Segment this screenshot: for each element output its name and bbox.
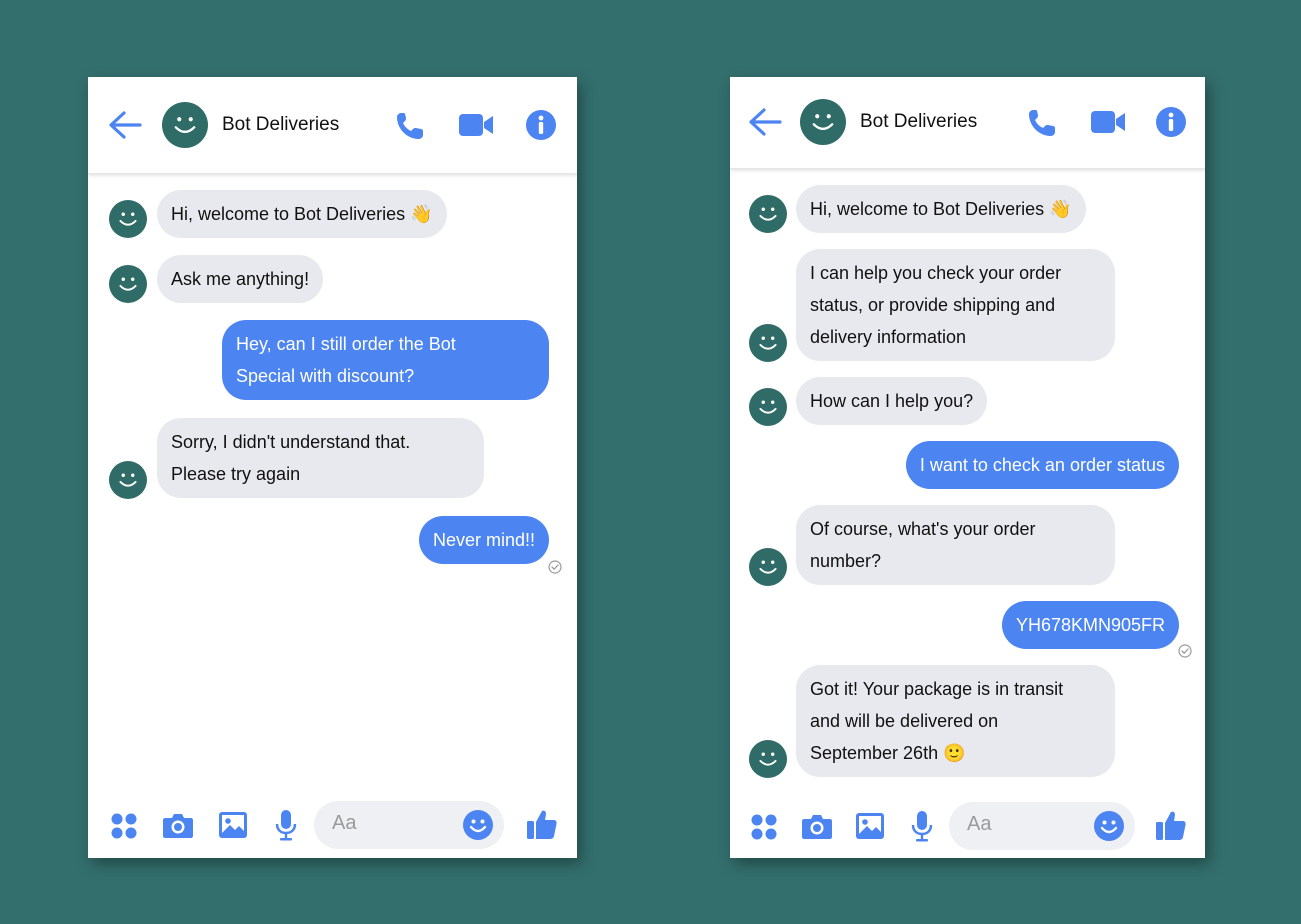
arrow-left-icon[interactable] xyxy=(748,107,782,137)
bot-avatar xyxy=(749,195,787,233)
microphone-icon[interactable] xyxy=(274,809,298,841)
thumbs-up-icon[interactable] xyxy=(526,808,558,840)
check-circle-icon xyxy=(548,560,562,574)
check-circle-icon xyxy=(1178,644,1192,658)
bot-avatar xyxy=(749,324,787,362)
composer-toolbar xyxy=(88,778,577,858)
thumbs-up-icon[interactable] xyxy=(1155,809,1187,841)
message-bubble-bot: Of course, what's your order number? xyxy=(796,505,1115,585)
message-input[interactable] xyxy=(965,812,1079,837)
message-composer[interactable] xyxy=(314,801,504,849)
phone-icon[interactable] xyxy=(1026,107,1058,139)
message-bubble-user: I want to check an order status xyxy=(905,441,1179,489)
bot-avatar xyxy=(749,740,787,778)
chat-title: Bot Deliveries xyxy=(860,111,978,132)
bot-avatar[interactable] xyxy=(800,99,846,145)
chat-title: Bot Deliveries xyxy=(222,114,340,135)
video-camera-icon[interactable] xyxy=(458,111,494,139)
phone-icon[interactable] xyxy=(394,110,426,142)
chat-window-right: Bot Deliveries Hi, welcome to Bot Delive… xyxy=(730,77,1205,858)
camera-icon[interactable] xyxy=(162,811,194,839)
microphone-icon[interactable] xyxy=(910,810,934,842)
composer-toolbar xyxy=(730,778,1205,858)
camera-icon[interactable] xyxy=(801,812,833,840)
chat-header: Bot Deliveries xyxy=(88,77,577,174)
chat-window-left: Bot Deliveries Hi, welcome to Bot Delive… xyxy=(88,77,577,858)
four-dots-icon[interactable] xyxy=(110,812,138,840)
chat-header: Bot Deliveries xyxy=(730,77,1205,169)
message-bubble-user: Never mind!! xyxy=(418,516,549,564)
bot-avatar xyxy=(109,265,147,303)
image-icon[interactable] xyxy=(855,812,885,840)
bot-avatar xyxy=(109,200,147,238)
bot-avatar xyxy=(749,388,787,426)
bot-avatar[interactable] xyxy=(162,102,208,148)
message-input[interactable] xyxy=(330,811,444,836)
info-icon[interactable] xyxy=(525,109,557,141)
message-bubble-user: YH678KMN905FR xyxy=(1001,601,1179,649)
message-bubble-bot: I can help you check your order status, … xyxy=(796,249,1115,361)
smiley-icon[interactable] xyxy=(1093,810,1125,842)
four-dots-icon[interactable] xyxy=(750,813,778,841)
message-bubble-bot: Ask me anything! xyxy=(157,255,324,303)
message-bubble-bot: Hi, welcome to Bot Deliveries 👋 xyxy=(796,185,1086,233)
video-camera-icon[interactable] xyxy=(1090,108,1126,136)
message-bubble-bot: Got it! Your package is in transit and w… xyxy=(796,665,1115,777)
message-bubble-user: Hey, can I still order the Bot Special w… xyxy=(222,320,549,400)
image-icon[interactable] xyxy=(218,811,248,839)
bot-avatar xyxy=(109,461,147,499)
bot-avatar xyxy=(749,548,787,586)
message-composer[interactable] xyxy=(949,802,1135,850)
info-icon[interactable] xyxy=(1155,106,1187,138)
message-bubble-bot: Hi, welcome to Bot Deliveries 👋 xyxy=(157,190,447,238)
message-bubble-bot: How can I help you? xyxy=(796,377,988,425)
message-bubble-bot: Sorry, I didn't understand that. Please … xyxy=(157,418,484,498)
smiley-icon[interactable] xyxy=(462,809,494,841)
arrow-left-icon[interactable] xyxy=(108,110,142,140)
